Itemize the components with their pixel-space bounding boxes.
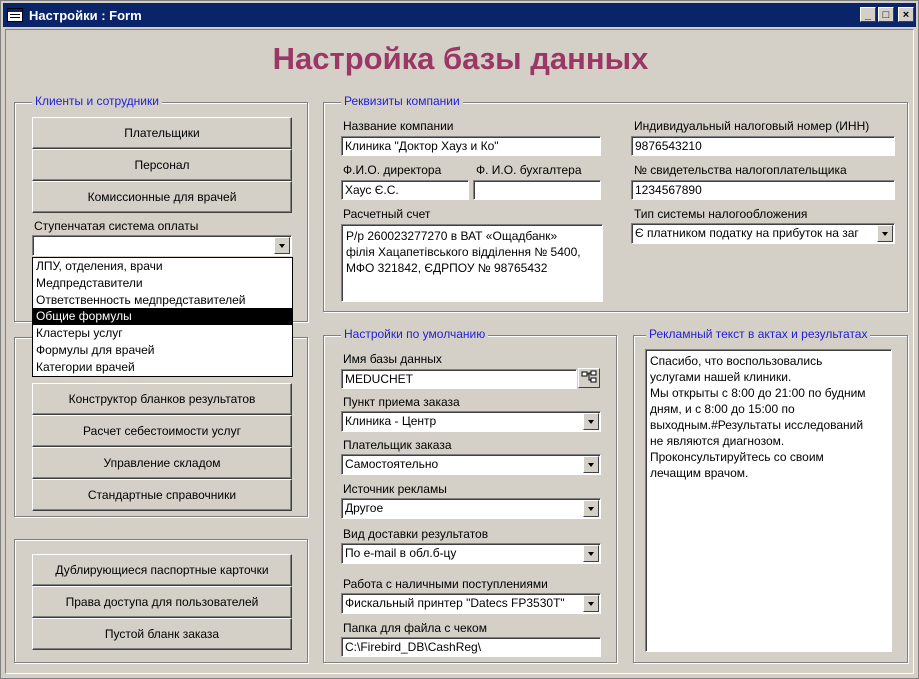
ad-source-combo[interactable]: Другое — [341, 498, 601, 519]
chevron-down-icon[interactable] — [583, 500, 599, 517]
receipt-folder-field[interactable]: C:\Firebird_DB\CashReg\ — [341, 637, 601, 657]
delivery-type-value: По e-mail в обл.б-цу — [345, 546, 457, 560]
db-browse-button[interactable] — [578, 368, 600, 388]
tier-payment-combo[interactable] — [32, 235, 292, 256]
clients-legend: Клиенты и сотрудники — [32, 94, 162, 108]
form-icon — [7, 8, 23, 22]
cash-mode-combo[interactable]: Фискальный принтер "Datecs FP3530T" — [341, 593, 601, 614]
director-field[interactable]: Хаус Є.С. — [341, 180, 469, 200]
dropdown-item[interactable]: ЛПУ, отделения, врачи — [33, 258, 292, 275]
tax-system-value: Є платником податку на прибуток на заг — [635, 226, 859, 240]
delivery-type-combo[interactable]: По e-mail в обл.б-цу — [341, 543, 601, 564]
delivery-type-label: Вид доставки результатов — [343, 527, 489, 541]
dropdown-item[interactable]: Медпредставители — [33, 275, 292, 292]
dropdown-item[interactable]: Ответственность медпредставителей — [33, 292, 292, 309]
tier-payment-dropdown[interactable]: ЛПУ, отделения, врачи Медпредставители О… — [32, 257, 293, 377]
tax-system-combo[interactable]: Є платником податку на прибуток на заг — [631, 223, 895, 244]
ad-source-label: Источник рекламы — [343, 482, 447, 496]
duplicate-cards-button[interactable]: Дублирующиеся паспортные карточки — [32, 554, 292, 586]
order-point-combo[interactable]: Клиника - Центр — [341, 411, 601, 432]
db-name-field[interactable]: MEDUCHET — [341, 369, 577, 389]
order-payer-combo[interactable]: Самостоятельно — [341, 454, 601, 475]
receipt-folder-label: Папка для файла с чеком — [343, 621, 487, 635]
order-payer-value: Самостоятельно — [345, 457, 439, 471]
director-label: Ф.И.О. директора — [343, 163, 442, 177]
promo-legend: Рекламный текст в актах и результатах — [646, 327, 871, 341]
dropdown-item[interactable]: Кластеры услуг — [33, 325, 292, 342]
chevron-down-icon[interactable] — [583, 595, 599, 612]
chevron-down-icon[interactable] — [274, 237, 290, 254]
accountant-field[interactable] — [473, 180, 601, 200]
form-window: Настройки : Form _ □ × Настройка базы да… — [0, 0, 919, 679]
service-cost-button[interactable]: Расчет себестоимости услуг — [32, 415, 292, 447]
company-name-label: Название компании — [343, 119, 454, 133]
bank-account-label: Расчетный счет — [343, 207, 431, 221]
order-payer-label: Плательщик заказа — [343, 438, 452, 452]
blank-order-form-button[interactable]: Пустой бланк заказа — [32, 618, 292, 650]
tax-system-label: Тип системы налогообложения — [634, 207, 808, 221]
tree-icon — [581, 370, 597, 383]
dropdown-item[interactable]: Формулы для врачей — [33, 342, 292, 359]
title-bar[interactable]: Настройки : Form _ □ × — [3, 3, 916, 27]
taxpayer-cert-field[interactable]: 1234567890 — [631, 180, 895, 200]
company-name-field[interactable]: Клиника "Доктор Хауз и Ко" — [341, 136, 601, 156]
chevron-down-icon[interactable] — [877, 225, 893, 242]
order-point-label: Пункт приема заказа — [343, 395, 460, 409]
results-form-designer-button[interactable]: Конструктор бланков результатов — [32, 383, 292, 415]
defaults-legend: Настройки по умолчанию — [341, 327, 489, 341]
minimize-button[interactable]: _ — [860, 7, 876, 22]
dropdown-item[interactable]: Категории врачей — [33, 359, 292, 376]
promo-text-field[interactable]: Спасибо, что воспользовались услугами на… — [645, 349, 892, 652]
maximize-button[interactable]: □ — [878, 7, 894, 22]
company-legend: Реквизиты компании — [341, 94, 463, 108]
doctor-commission-button[interactable]: Комиссионные для врачей — [32, 181, 292, 213]
warehouse-button[interactable]: Управление складом — [32, 447, 292, 479]
chevron-down-icon[interactable] — [583, 456, 599, 473]
inn-label: Индивидуальный налоговый номер (ИНН) — [634, 119, 870, 133]
chevron-down-icon[interactable] — [583, 413, 599, 430]
order-point-value: Клиника - Центр — [345, 414, 437, 428]
ad-source-value: Другое — [345, 501, 384, 515]
cash-mode-label: Работа с наличными поступлениями — [343, 577, 548, 591]
dropdown-item-selected[interactable]: Общие формулы — [33, 308, 292, 326]
user-access-button[interactable]: Права доступа для пользователей — [32, 586, 292, 618]
page-title: Настройка базы данных — [272, 41, 649, 76]
standard-references-button[interactable]: Стандартные справочники — [32, 479, 292, 511]
cash-mode-value: Фискальный принтер "Datecs FP3530T" — [345, 596, 565, 610]
inn-field[interactable]: 9876543210 — [631, 136, 895, 156]
payers-button[interactable]: Плательщики — [32, 117, 292, 149]
taxpayer-cert-label: № свидетельства налогоплательщика — [634, 163, 847, 177]
db-name-label: Имя базы данных — [343, 352, 442, 366]
window-title: Настройки : Form — [29, 8, 142, 23]
staff-button[interactable]: Персонал — [32, 149, 292, 181]
chevron-down-icon[interactable] — [583, 545, 599, 562]
tier-payment-label: Ступенчатая система оплаты — [34, 219, 199, 233]
accountant-label: Ф. И.О. бухгалтера — [476, 163, 582, 177]
bank-account-field[interactable]: Р/р 260023277270 в ВАТ «Ощадбанк» філія … — [341, 224, 603, 302]
close-button[interactable]: × — [898, 7, 914, 22]
